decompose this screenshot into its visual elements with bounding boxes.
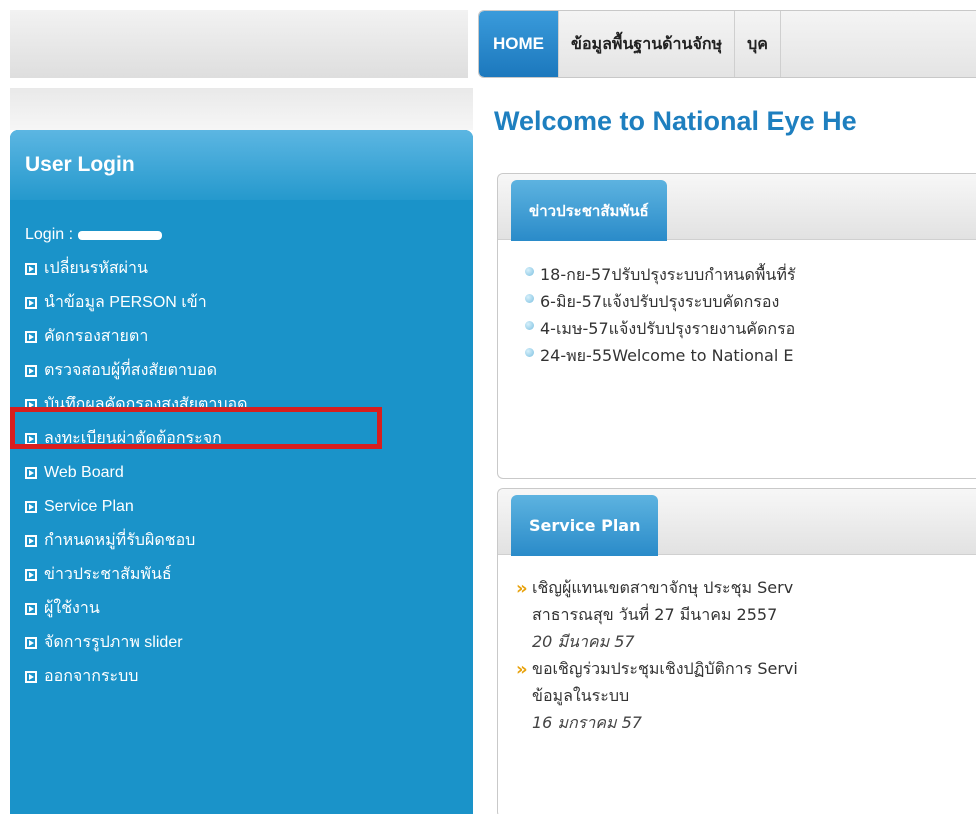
menu-users[interactable]: ผู้ใช้งาน bbox=[25, 592, 473, 626]
menu-check-suspected-blind[interactable]: ตรวจสอบผู้ที่สงสัยตาบอด bbox=[25, 354, 473, 388]
main-nav: HOME ข้อมูลพื้นฐานด้านจักษุ บุค bbox=[478, 10, 976, 78]
menu-label: ผู้ใช้งาน bbox=[44, 600, 100, 617]
sidebar-top-strip bbox=[10, 88, 473, 130]
menu-label: นำข้อมูล PERSON เข้า bbox=[44, 294, 207, 311]
bullet-dot-icon bbox=[525, 267, 534, 276]
bullet-dot-icon bbox=[525, 348, 534, 357]
service-plan-tab[interactable]: Service Plan bbox=[511, 495, 659, 556]
plan-item-text: สาธารณสุข วันที่ 27 มีนาคม 2557 bbox=[532, 605, 778, 624]
news-item[interactable]: 18-กย-57ปรับปรุงระบบกำหนดพื้นที่รั bbox=[525, 262, 976, 289]
nav-tab-home[interactable]: HOME bbox=[479, 11, 559, 77]
menu-label: Web Board bbox=[44, 464, 124, 481]
news-box: ข่าวประชาสัมพันธ์ 18-กย-57ปรับปรุงระบบกำ… bbox=[497, 173, 976, 479]
menu-label: กำหนดหมู่ที่รับผิดชอบ bbox=[44, 532, 196, 549]
bullet-arrow-icon bbox=[25, 433, 37, 445]
service-plan-item[interactable]: » ขอเชิญร่วมประชุมเชิงปฏิบัติการ Servi ข้… bbox=[516, 656, 976, 737]
service-plan-box-header: Service Plan bbox=[498, 489, 976, 556]
bullet-arrow-icon bbox=[25, 569, 37, 581]
bullet-arrow-icon bbox=[25, 501, 37, 513]
news-list: 18-กย-57ปรับปรุงระบบกำหนดพื้นที่รั 6-มิย… bbox=[498, 240, 976, 370]
menu-label: บันทึกผลคัดกรองสงสัยตาบอด bbox=[44, 396, 248, 413]
plan-item-date: 16 มกราคม 57 bbox=[532, 713, 642, 732]
plan-item-text: ขอเชิญร่วมประชุมเชิงปฏิบัติการ Servi bbox=[532, 659, 798, 678]
nav-tab-eye-basic-data[interactable]: ข้อมูลพื้นฐานด้านจักษุ bbox=[559, 11, 736, 77]
bullet-dot-icon bbox=[525, 294, 534, 303]
news-item[interactable]: 4-เมษ-57แจ้งปรับปรุงรายงานคัดกรอ bbox=[525, 316, 976, 343]
plan-item-text: ข้อมูลในระบบ bbox=[532, 686, 630, 705]
bullet-arrow-icon bbox=[25, 535, 37, 547]
menu-label: ออกจากระบบ bbox=[44, 668, 139, 685]
menu-label: คัดกรองสายตา bbox=[44, 328, 149, 345]
bullet-arrow-icon bbox=[25, 671, 37, 683]
double-chevron-icon: » bbox=[516, 659, 528, 680]
bullet-dot-icon bbox=[525, 321, 534, 330]
menu-import-person[interactable]: นำข้อมูล PERSON เข้า bbox=[25, 286, 473, 320]
news-item-text: 6-มิย-57แจ้งปรับปรุงระบบคัดกรอง bbox=[540, 292, 780, 311]
news-item-text: 4-เมษ-57แจ้งปรับปรุงรายงานคัดกรอ bbox=[540, 319, 796, 338]
masked-username bbox=[78, 230, 163, 240]
top-left-bar bbox=[10, 10, 468, 78]
menu-label: ลงทะเบียนผ่าตัดต้อกระจก bbox=[44, 430, 222, 447]
news-item-text: 18-กย-57ปรับปรุงระบบกำหนดพื้นที่รั bbox=[540, 265, 796, 284]
news-tab[interactable]: ข่าวประชาสัมพันธ์ bbox=[511, 180, 667, 241]
login-label: Login : bbox=[25, 226, 74, 243]
bullet-arrow-icon bbox=[25, 467, 37, 479]
bullet-arrow-icon bbox=[25, 399, 37, 411]
menu-web-board[interactable]: Web Board bbox=[25, 456, 473, 490]
menu-label: จัดการรูปภาพ slider bbox=[44, 634, 183, 651]
menu-label: เปลี่ยนรหัสผ่าน bbox=[44, 260, 148, 277]
user-login-title: User Login bbox=[10, 130, 473, 200]
double-chevron-icon: » bbox=[516, 578, 528, 599]
welcome-title: Welcome to National Eye He bbox=[494, 106, 857, 136]
bullet-arrow-icon bbox=[25, 263, 37, 275]
bullet-arrow-icon bbox=[25, 603, 37, 615]
menu-cataract-registration[interactable]: ลงทะเบียนผ่าตัดต้อกระจก bbox=[25, 422, 473, 456]
service-plan-box: Service Plan » เชิญผู้แทนเขตสาขาจักษุ ประ… bbox=[497, 488, 976, 814]
login-status: Login : bbox=[25, 218, 473, 252]
menu-logout[interactable]: ออกจากระบบ bbox=[25, 660, 473, 694]
bullet-arrow-icon bbox=[25, 331, 37, 343]
plan-item-text: เชิญผู้แทนเขตสาขาจักษุ ประชุม Serv bbox=[532, 578, 794, 597]
menu-manage-slider[interactable]: จัดการรูปภาพ slider bbox=[25, 626, 473, 660]
menu-service-plan[interactable]: Service Plan bbox=[25, 490, 473, 524]
menu-assign-villages[interactable]: กำหนดหมู่ที่รับผิดชอบ bbox=[25, 524, 473, 558]
menu-change-password[interactable]: เปลี่ยนรหัสผ่าน bbox=[25, 252, 473, 286]
nav-tab-personnel[interactable]: บุค bbox=[735, 11, 781, 77]
menu-eye-screening[interactable]: คัดกรองสายตา bbox=[25, 320, 473, 354]
news-item[interactable]: 6-มิย-57แจ้งปรับปรุงระบบคัดกรอง bbox=[525, 289, 976, 316]
news-box-header: ข่าวประชาสัมพันธ์ bbox=[498, 174, 976, 241]
service-plan-list: » เชิญผู้แทนเขตสาขาจักษุ ประชุม Serv สาธา… bbox=[498, 555, 976, 737]
bullet-arrow-icon bbox=[25, 637, 37, 649]
plan-item-date: 20 มีนาคม 57 bbox=[532, 632, 635, 651]
user-login-panel: User Login Login : เปลี่ยนรหัสผ่าน นำข้อ… bbox=[10, 130, 473, 814]
bullet-arrow-icon bbox=[25, 365, 37, 377]
menu-record-screening-result[interactable]: บันทึกผลคัดกรองสงสัยตาบอด bbox=[25, 388, 473, 422]
news-item[interactable]: 24-พย-55Welcome to National E bbox=[525, 343, 976, 370]
menu-label: ข่าวประชาสัมพันธ์ bbox=[44, 566, 172, 583]
menu-news[interactable]: ข่าวประชาสัมพันธ์ bbox=[25, 558, 473, 592]
service-plan-item[interactable]: » เชิญผู้แทนเขตสาขาจักษุ ประชุม Serv สาธา… bbox=[516, 575, 976, 656]
menu-label: ตรวจสอบผู้ที่สงสัยตาบอด bbox=[44, 362, 218, 379]
menu-label: Service Plan bbox=[44, 498, 134, 515]
bullet-arrow-icon bbox=[25, 297, 37, 309]
news-item-text: 24-พย-55Welcome to National E bbox=[540, 346, 794, 365]
